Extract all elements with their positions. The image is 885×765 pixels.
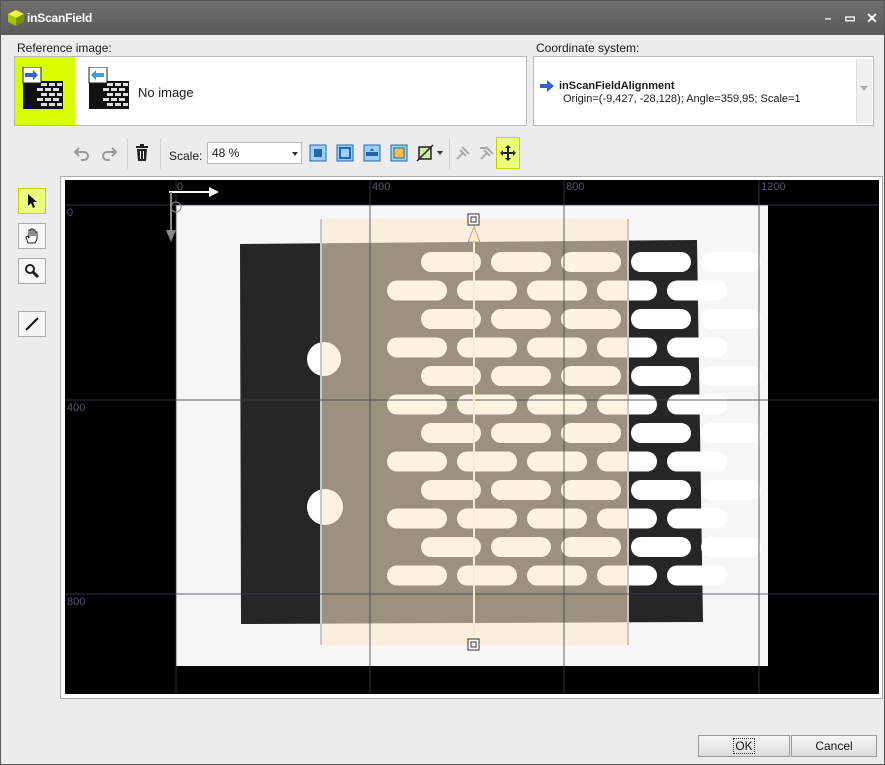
alignment-handle-bottom[interactable] bbox=[467, 638, 480, 651]
plate-slot bbox=[701, 423, 761, 443]
no-image-text: No image bbox=[138, 85, 194, 100]
coordinate-system-label: Coordinate system: bbox=[536, 41, 640, 55]
plate-slot bbox=[667, 508, 727, 529]
plate-slot bbox=[667, 451, 727, 472]
ruler-x-label: 1200 bbox=[761, 181, 786, 193]
reference-image-label: Reference image: bbox=[17, 41, 112, 55]
ruler-y-label: 400 bbox=[67, 402, 86, 414]
toolbar-separator bbox=[449, 139, 450, 169]
hand-tool-button[interactable] bbox=[18, 223, 46, 249]
ruler-x-label: 800 bbox=[566, 181, 585, 193]
crop-icon bbox=[415, 144, 434, 162]
plate-slot bbox=[701, 366, 761, 386]
plate-slot bbox=[667, 565, 727, 586]
zoom-selection-button[interactable] bbox=[387, 141, 411, 165]
alignment-handle-top[interactable] bbox=[467, 213, 480, 226]
plate-slot bbox=[631, 366, 691, 386]
maximize-button[interactable]: ▭ bbox=[841, 9, 859, 27]
zoom-width-button[interactable] bbox=[360, 141, 384, 165]
line-icon bbox=[25, 317, 39, 331]
move-icon bbox=[500, 145, 516, 161]
title-bar[interactable]: inScanField – ▭ ✕ bbox=[1, 1, 884, 35]
ruler-y-label: 800 bbox=[67, 596, 86, 608]
ruler-x-label: 0 bbox=[177, 181, 184, 193]
reference-image-list: No image bbox=[14, 56, 527, 126]
scale-label: Scale: bbox=[169, 149, 203, 163]
redo-button[interactable] bbox=[97, 141, 121, 165]
canvas-drawing bbox=[65, 180, 879, 694]
plate-slot bbox=[701, 537, 761, 557]
toolbar-separator bbox=[127, 139, 128, 169]
toolbar: Scale: 48 % bbox=[67, 137, 527, 171]
zoom-tool-button[interactable] bbox=[18, 258, 46, 284]
image-canvas[interactable]: 0 400 800 1200 0 400 800 bbox=[65, 180, 879, 694]
plate-slot bbox=[631, 480, 691, 500]
app-logo-icon bbox=[8, 10, 24, 26]
zoom-fit-button[interactable] bbox=[306, 141, 330, 165]
ruler-y-label: 0 bbox=[67, 207, 74, 219]
zoom-width-icon bbox=[363, 144, 381, 162]
toolbar-separator bbox=[160, 139, 161, 169]
pointer-tool-button[interactable] bbox=[18, 188, 46, 214]
zoom-actual-button[interactable] bbox=[333, 141, 357, 165]
undo-button[interactable] bbox=[70, 141, 94, 165]
hand-icon bbox=[25, 228, 38, 244]
coordinate-system-name: inScanFieldAlignment bbox=[559, 80, 675, 92]
scrollbar[interactable] bbox=[856, 59, 872, 123]
undo-icon bbox=[73, 147, 89, 161]
close-button[interactable]: ✕ bbox=[863, 9, 881, 27]
coordinate-system-list[interactable]: inScanFieldAlignment Origin=(-9,427, -28… bbox=[533, 56, 874, 126]
plate-slot bbox=[701, 252, 761, 272]
zoom-fit-icon bbox=[309, 144, 327, 162]
crop-dropdown-button[interactable] bbox=[413, 141, 445, 165]
pin-add-icon bbox=[456, 146, 470, 160]
move-button[interactable] bbox=[496, 137, 520, 169]
pin-remove-icon bbox=[480, 146, 494, 160]
chevron-down-icon bbox=[436, 151, 443, 155]
reference-thumbnail-icon bbox=[88, 67, 129, 109]
plate-slot bbox=[631, 252, 691, 272]
plate-slot bbox=[667, 394, 727, 415]
scale-value: 48 % bbox=[212, 146, 240, 160]
zoom-selection-icon bbox=[390, 144, 408, 162]
window-title: inScanField bbox=[27, 11, 93, 25]
redo-icon bbox=[102, 147, 118, 161]
arrow-right-icon bbox=[540, 80, 554, 92]
chevron-down-icon bbox=[860, 86, 868, 91]
reference-item-selected[interactable] bbox=[15, 57, 75, 125]
reference-thumbnail-icon bbox=[22, 67, 63, 109]
zoom-icon bbox=[25, 264, 40, 279]
plate-slot bbox=[631, 537, 691, 557]
ruler-x-label: 400 bbox=[372, 181, 391, 193]
plate-slot bbox=[701, 309, 761, 329]
line-tool-button[interactable] bbox=[18, 311, 46, 337]
plate-slot bbox=[631, 423, 691, 443]
plate-slot bbox=[631, 309, 691, 329]
cancel-button[interactable]: Cancel bbox=[791, 735, 877, 757]
minimize-button[interactable]: – bbox=[819, 9, 837, 27]
plate-slot bbox=[701, 480, 761, 500]
scale-dropdown[interactable]: 48 % bbox=[207, 142, 302, 164]
delete-button[interactable] bbox=[130, 141, 154, 165]
plate-slot bbox=[667, 337, 727, 358]
pin-add-button[interactable] bbox=[451, 141, 475, 165]
ok-button[interactable]: OK bbox=[698, 735, 790, 757]
chevron-down-icon bbox=[292, 152, 298, 156]
image-viewer[interactable]: 0 400 800 1200 0 400 800 bbox=[60, 176, 883, 699]
inscanfield-dialog: inScanField – ▭ ✕ Reference image: No im… bbox=[0, 0, 885, 765]
plate-slot bbox=[667, 280, 727, 301]
ok-button-label: OK bbox=[733, 738, 755, 754]
zoom-actual-icon bbox=[336, 144, 354, 162]
delete-icon bbox=[136, 144, 148, 161]
pointer-icon bbox=[28, 194, 37, 208]
coordinate-system-detail: Origin=(-9,427, -28,128); Angle=359,95; … bbox=[563, 93, 801, 105]
